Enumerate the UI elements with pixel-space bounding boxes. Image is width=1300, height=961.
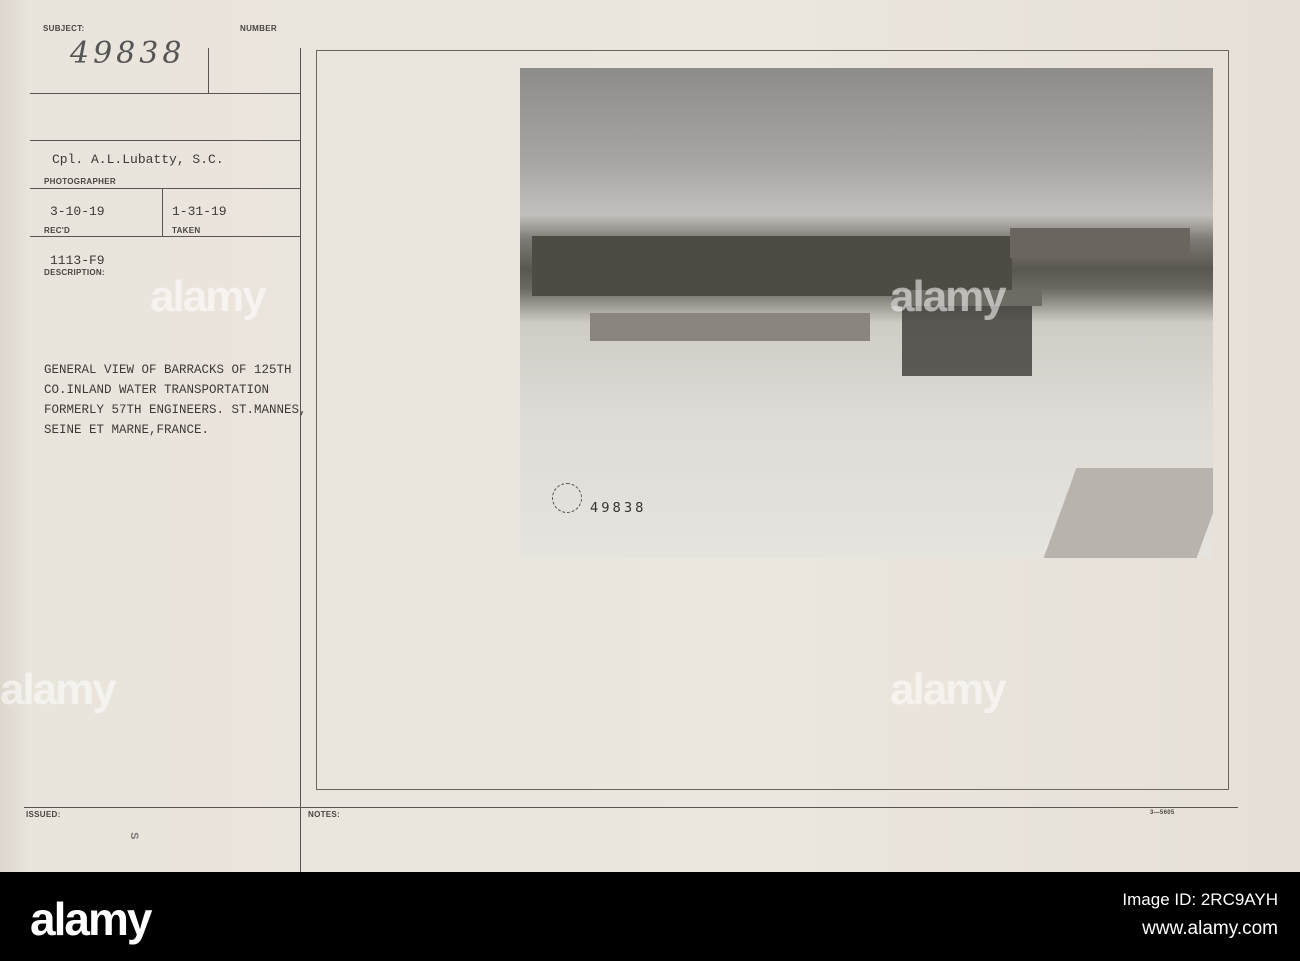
form-code: 3—5605	[1150, 810, 1175, 816]
archive-card: SUBJECT: 49838 NUMBER Cpl. A.L.Lubatty, …	[0, 0, 1300, 900]
recd-label: REC'D	[44, 226, 71, 235]
barracks-photo: 49838	[520, 68, 1213, 558]
divider	[162, 188, 163, 236]
issued-mark: S	[127, 832, 140, 840]
description-line: CO.INLAND WATER TRANSPORTATION	[44, 383, 270, 397]
roof-foreground	[1043, 468, 1213, 558]
issued-label: ISSUED:	[26, 810, 61, 819]
recd-value: 3-10-19	[50, 204, 105, 219]
number-label: NUMBER	[240, 24, 277, 33]
code-value: 1113-F9	[50, 253, 105, 268]
description-line: GENERAL VIEW OF BARRACKS OF 125TH	[44, 363, 292, 377]
subject-value: 49838	[70, 36, 186, 71]
watermark: alamy	[890, 665, 1007, 714]
divider	[24, 807, 1238, 808]
subject-label: SUBJECT:	[43, 24, 85, 33]
photographer-label: PHOTOGRAPHER	[44, 177, 116, 186]
photo-stamp-number: 49838	[590, 501, 647, 516]
site-url[interactable]: www.alamy.com	[1142, 918, 1278, 940]
taken-label: TAKEN	[172, 226, 201, 235]
description-line: SEINE ET MARNE,FRANCE.	[44, 423, 210, 437]
distant-building	[1010, 228, 1190, 258]
description-line: FORMERLY 57TH ENGINEERS. ST.MANNES,	[44, 403, 307, 417]
divider	[30, 188, 300, 189]
taken-value: 1-31-19	[172, 204, 227, 219]
watermark: alamy	[890, 272, 1007, 321]
divider	[30, 140, 300, 141]
signal-corps-seal	[552, 483, 582, 513]
divider	[208, 48, 209, 93]
photographer-value: Cpl. A.L.Lubatty, S.C.	[52, 152, 224, 167]
divider	[30, 93, 300, 94]
footer-bar	[0, 872, 1300, 961]
image-id: Image ID: 2RC9AYH	[1122, 890, 1278, 909]
alamy-logo: alamy	[30, 893, 152, 945]
description-label: DESCRIPTION:	[44, 268, 105, 277]
notes-label: NOTES:	[308, 810, 341, 819]
watermark: alamy	[0, 665, 117, 714]
lumber-pile	[590, 313, 870, 341]
description-text: GENERAL VIEW OF BARRACKS OF 125TH CO.INL…	[44, 360, 307, 440]
divider	[300, 48, 301, 900]
divider	[30, 236, 300, 237]
watermark: alamy	[150, 272, 267, 321]
